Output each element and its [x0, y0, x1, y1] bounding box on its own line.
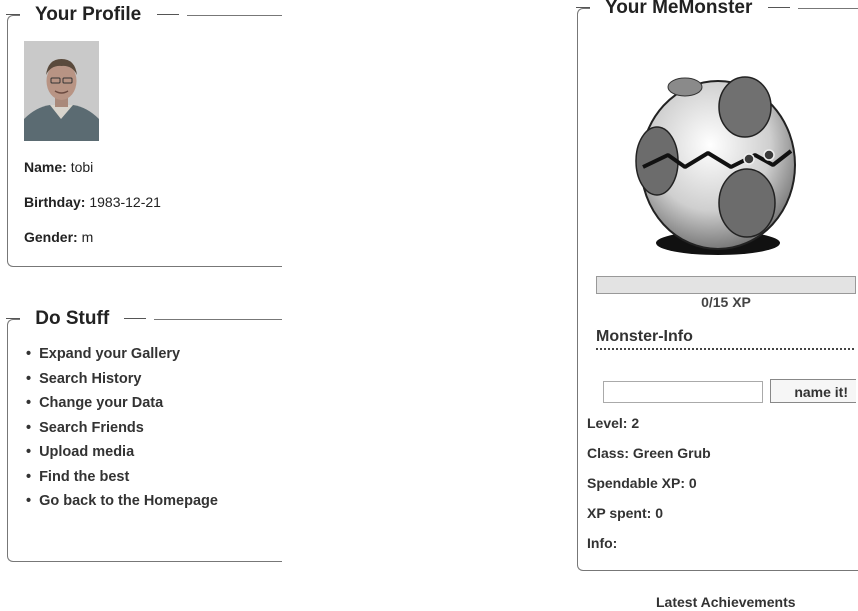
- gender-value: m: [81, 229, 94, 245]
- link-find-best[interactable]: Find the best: [26, 465, 218, 490]
- monster-spent-row: XP spent: 0: [587, 505, 663, 521]
- birthday-value: 1983-12-21: [89, 194, 161, 210]
- gender-label: Gender:: [24, 229, 78, 245]
- profile-panel: Your Profile Name: tobi Birthday: 1983-1…: [6, 4, 282, 267]
- xp-progress-bar: [596, 276, 856, 294]
- memonster-legend: Your MeMonster: [576, 0, 798, 19]
- monster-info-row: Info:: [587, 535, 617, 551]
- link-search-friends[interactable]: Search Friends: [26, 416, 218, 441]
- name-it-button[interactable]: name it!: [770, 379, 856, 403]
- legend-trail-line: [124, 318, 147, 320]
- spendable-value: 0: [688, 475, 697, 491]
- link-upload-media[interactable]: Upload media: [26, 440, 218, 465]
- link-expand-gallery[interactable]: Expand your Gallery: [26, 342, 218, 367]
- link-search-history[interactable]: Search History: [26, 367, 218, 392]
- latest-achievements-title: Latest Achievements: [656, 594, 796, 610]
- do-stuff-title: Do Stuff: [35, 308, 110, 329]
- do-stuff-legend: Do Stuff: [6, 308, 155, 330]
- level-value: 2: [631, 415, 640, 431]
- link-homepage[interactable]: Go back to the Homepage: [26, 489, 218, 514]
- memonster-panel: Your MeMonster 0/15 XP Monster-Info name…: [576, 0, 858, 571]
- profile-birthday-row: Birthday: 1983-12-21: [24, 194, 161, 210]
- memonster-title: Your MeMonster: [604, 0, 753, 18]
- monster-level-row: Level: 2: [587, 415, 639, 431]
- spent-value: 0: [655, 505, 663, 521]
- profile-gender-row: Gender: m: [24, 229, 93, 245]
- name-label: Name:: [24, 159, 67, 175]
- do-stuff-panel: Do Stuff Expand your Gallery Search Hist…: [6, 308, 282, 562]
- spendable-label: Spendable XP:: [587, 475, 686, 491]
- class-label: Class:: [587, 445, 630, 461]
- spent-label: XP spent:: [587, 505, 652, 521]
- legend-trail-line: [767, 7, 790, 9]
- monster-name-input[interactable]: [603, 381, 763, 403]
- legend-lead-line: [6, 318, 20, 320]
- avatar: [24, 41, 99, 141]
- xp-text: 0/15 XP: [701, 294, 751, 310]
- profile-title: Your Profile: [34, 4, 142, 25]
- monster-class-row: Class: Green Grub: [587, 445, 711, 461]
- level-label: Level:: [587, 415, 628, 431]
- profile-legend: Your Profile: [6, 4, 187, 26]
- monster-spendable-row: Spendable XP: 0: [587, 475, 697, 491]
- birthday-label: Birthday:: [24, 194, 86, 210]
- monster-info-title: Monster-Info: [596, 328, 854, 350]
- legend-trail-line: [156, 14, 179, 16]
- name-value: tobi: [70, 159, 94, 175]
- monster-egg-image: [635, 76, 796, 255]
- action-list: Expand your Gallery Search History Chang…: [26, 342, 218, 514]
- legend-lead-line: [576, 7, 590, 9]
- info-label: Info:: [587, 535, 618, 551]
- class-value: Green Grub: [632, 445, 711, 461]
- link-change-data[interactable]: Change your Data: [26, 391, 218, 416]
- legend-lead-line: [6, 14, 20, 16]
- profile-name-row: Name: tobi: [24, 159, 93, 175]
